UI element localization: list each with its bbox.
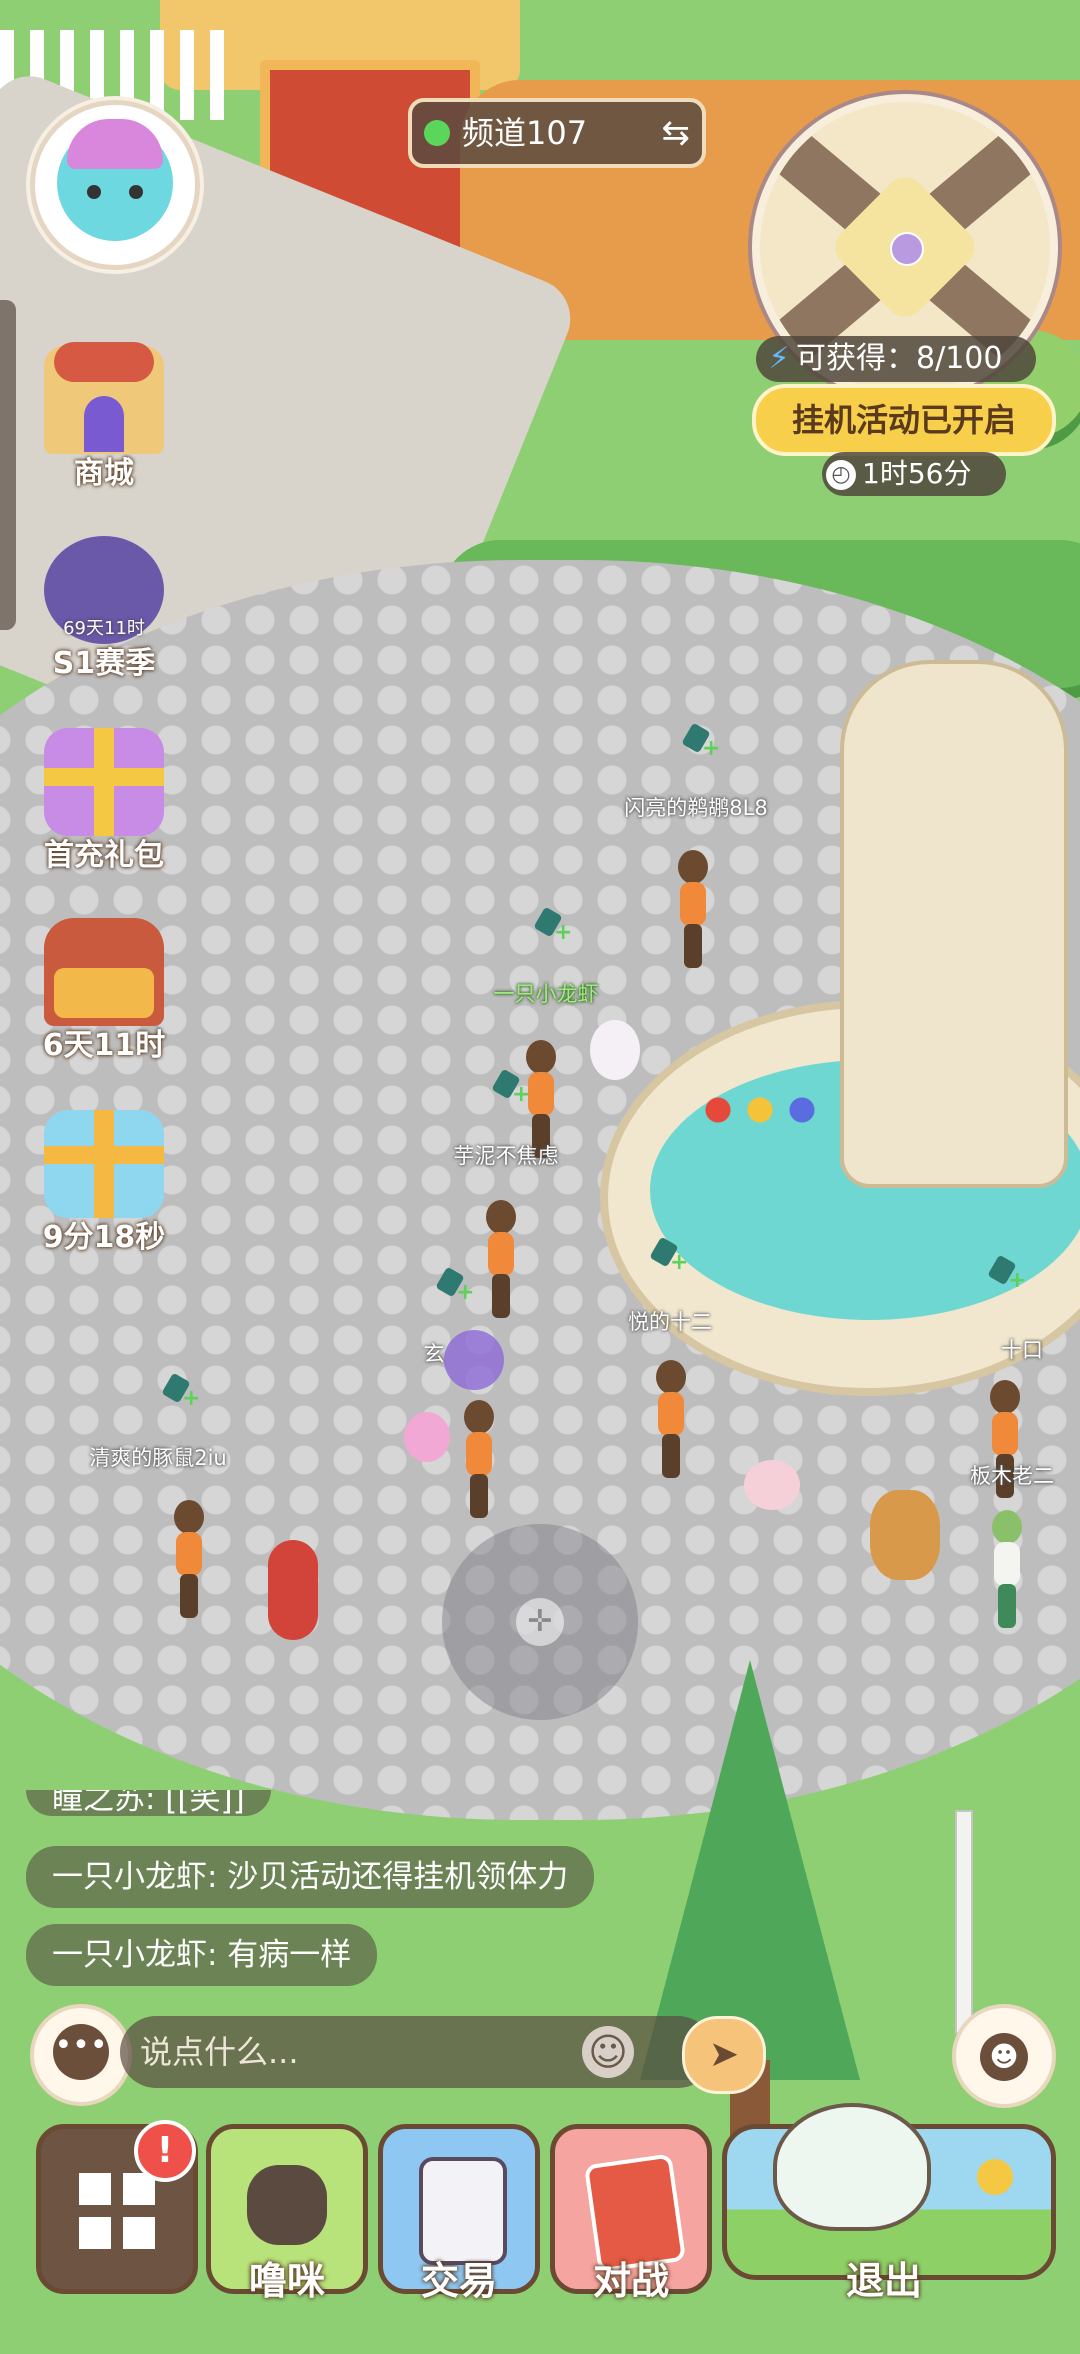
chat-message-text: 瞳之苏: [[笑]] xyxy=(52,1790,245,1817)
chat-panel[interactable]: 瞳之苏: [[笑]] 一只小龙虾: 沙贝活动还得挂机领体力 一只小龙虾: 有病一… xyxy=(0,1790,700,1990)
player-name: 玄 xyxy=(423,1342,445,1366)
reward-text: 可获得：8/100 xyxy=(796,341,1003,376)
season-label: S1赛季 xyxy=(52,646,156,681)
more-button[interactable]: ••• xyxy=(30,2004,132,2106)
first-recharge-label: 首充礼包 xyxy=(44,838,164,873)
lightning-icon: ⚡ xyxy=(768,341,790,376)
channel-label: 频道107 xyxy=(462,114,588,152)
energy-gem-icon[interactable] xyxy=(166,1376,200,1411)
idle-event-label: 挂机活动已开启 xyxy=(791,401,1016,439)
battle-label: 对战 xyxy=(592,2259,669,2303)
player-character[interactable] xyxy=(172,1500,206,1620)
grid-icon xyxy=(79,2173,155,2249)
present-icon xyxy=(44,1110,164,1218)
pet-capybara[interactable] xyxy=(870,1490,940,1580)
player-character[interactable] xyxy=(484,1200,518,1320)
season-button[interactable]: 69天11时 S1赛季 xyxy=(34,536,174,682)
energy-gem-icon[interactable] xyxy=(686,726,720,761)
shop-label: 商城 xyxy=(74,456,134,491)
player-name: 闪亮的鹈鹕8L8 xyxy=(624,796,768,820)
energy-gem-icon[interactable] xyxy=(992,1258,1026,1293)
player-location-icon xyxy=(890,232,924,266)
player-name: 板木老二 xyxy=(970,1464,1054,1488)
channel-status-dot xyxy=(424,120,450,146)
flower-icon xyxy=(977,2159,1013,2195)
chat-message: 瞳之苏: [[笑]] xyxy=(26,1790,271,1817)
player-character[interactable] xyxy=(676,850,710,970)
treasure-chest-icon xyxy=(44,918,164,1026)
chest-timer: 6天11时 xyxy=(42,1028,166,1063)
first-recharge-button[interactable]: 首充礼包 xyxy=(34,728,174,874)
chat-message-text: 一只小龙虾: 沙贝活动还得挂机领体力 xyxy=(52,1859,569,1895)
knight-icon: 69天11时 xyxy=(44,536,164,644)
side-drawer-handle[interactable] xyxy=(0,300,16,630)
chat-message: 一只小龙虾: 有病一样 xyxy=(26,1924,378,1986)
statue xyxy=(840,660,1068,1188)
energy-gem-icon[interactable] xyxy=(538,910,572,945)
gift-timer: 9分18秒 xyxy=(42,1220,166,1255)
timed-gift-button[interactable]: 9分18秒 xyxy=(34,1110,174,1256)
reward-counter: ⚡ 可获得：8/100 xyxy=(756,336,1036,382)
timer-text: 1时56分 xyxy=(862,457,972,490)
exit-label: 退出 xyxy=(845,2259,922,2303)
pet-label: 噜咪 xyxy=(248,2259,325,2303)
treasure-chest-button[interactable]: 6天11时 xyxy=(34,918,174,1064)
chat-message: 一只小龙虾: 沙贝活动还得挂机领体力 xyxy=(26,1846,595,1908)
cat-icon xyxy=(247,2165,327,2245)
season-timer: 69天11时 xyxy=(63,618,145,639)
pet-red-dino[interactable] xyxy=(268,1540,318,1640)
swap-icon[interactable]: ⇆ xyxy=(662,102,691,164)
trade-label: 交易 xyxy=(420,2259,497,2303)
player-name: 清爽的豚鼠2iu xyxy=(89,1446,227,1470)
ellipsis-icon: ••• xyxy=(53,2023,109,2080)
emote-button[interactable]: ☻ xyxy=(952,2004,1056,2108)
gift-box-icon xyxy=(44,728,164,836)
chat-message-text: 一只小龙虾: 有病一样 xyxy=(52,1937,352,1973)
virtual-joystick[interactable]: ✛ xyxy=(442,1524,638,1720)
cat-mascot-icon xyxy=(773,2103,931,2231)
player-character[interactable] xyxy=(654,1360,688,1480)
alert-badge-text: ! xyxy=(156,2130,174,2171)
jellyfish-avatar-icon xyxy=(57,119,173,241)
player-name: 芋泥不焦虑 xyxy=(453,1144,559,1168)
pet-pink[interactable] xyxy=(404,1412,450,1462)
smiley-icon[interactable]: ☺ xyxy=(582,2026,634,2078)
alert-badge: ! xyxy=(134,2120,196,2182)
player-character[interactable] xyxy=(990,1510,1024,1630)
clock-icon: ◴ xyxy=(826,460,856,490)
player-name: 十口 xyxy=(1001,1338,1043,1362)
idle-event-banner[interactable]: 挂机活动已开启 xyxy=(752,384,1056,456)
lamp-post xyxy=(955,1810,973,2034)
energy-gem-icon[interactable] xyxy=(654,1240,688,1275)
energy-gem-icon[interactable] xyxy=(496,1072,530,1107)
player-name: 悦的十二 xyxy=(628,1310,712,1334)
chat-input[interactable]: 说点什么... ☺ xyxy=(120,2016,714,2088)
shop-icon xyxy=(44,342,164,454)
idle-event-timer: ◴ 1时56分 xyxy=(822,452,1006,496)
pet-bunny[interactable] xyxy=(590,1020,640,1080)
chat-input-placeholder: 说点什么... xyxy=(140,2033,299,2071)
flowers xyxy=(690,1080,830,1140)
player-character[interactable] xyxy=(462,1400,496,1520)
pet-chick[interactable] xyxy=(744,1460,800,1510)
send-button[interactable]: ➤ xyxy=(682,2016,766,2094)
joystick-knob-icon[interactable]: ✛ xyxy=(516,1598,564,1646)
player-avatar[interactable] xyxy=(30,100,200,270)
emote-icon: ☻ xyxy=(980,2032,1028,2081)
pet-purple-orb[interactable] xyxy=(444,1330,504,1390)
send-icon: ➤ xyxy=(708,2034,740,2075)
energy-gem-icon[interactable] xyxy=(440,1270,474,1305)
shop-button[interactable]: 商城 xyxy=(34,342,174,492)
channel-selector[interactable]: 频道107 ⇆ xyxy=(408,98,706,168)
vending-machine-icon xyxy=(419,2157,507,2265)
player-name: 一只小龙虾 xyxy=(493,982,599,1006)
